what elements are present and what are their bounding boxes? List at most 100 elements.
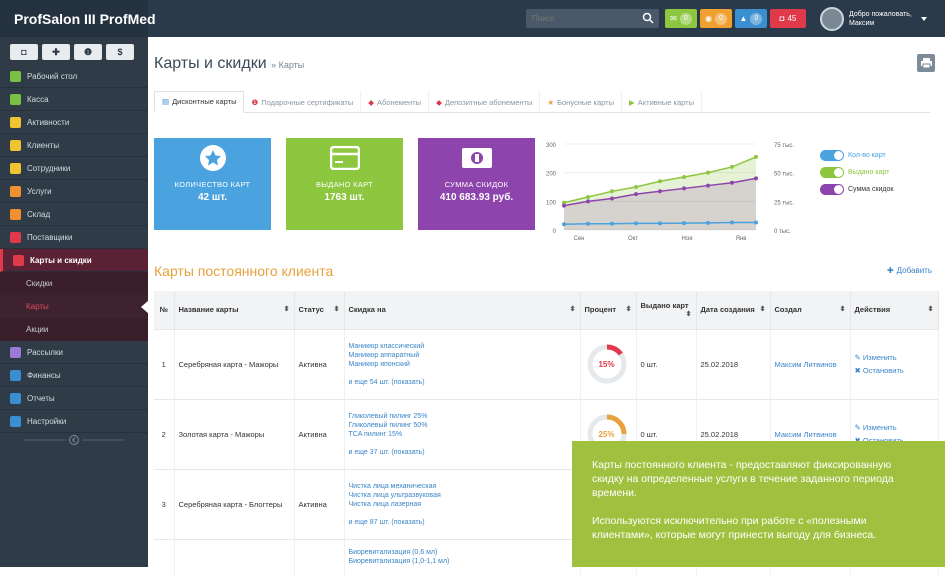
column-header-label: № <box>159 305 168 315</box>
column-header[interactable]: Название карты ⬍ <box>174 291 295 329</box>
service-link[interactable]: Гликолевый пилинг 50% <box>349 421 576 430</box>
discount-services: Маникюр классический Маникюр аппаратный Ма… <box>344 328 581 399</box>
service-link[interactable]: Маникюр аппаратный <box>349 351 576 360</box>
quick-action-1[interactable]: ◘ <box>10 44 38 60</box>
column-header[interactable]: Скидка на ⬍ <box>344 291 581 329</box>
stop-action[interactable]: ✖ Остановить <box>855 364 934 377</box>
sidebar-item[interactable]: Активности <box>0 111 148 134</box>
legend-toggle[interactable] <box>820 167 844 178</box>
search-icon[interactable] <box>642 12 655 25</box>
stat-label: Сумма скидок <box>444 180 509 189</box>
service-link[interactable]: Чистка лица лазерная <box>349 500 576 509</box>
sidebar-item[interactable]: Рассылки <box>0 341 148 364</box>
edit-action[interactable]: ✎ Изменить <box>855 351 934 364</box>
sidebar-item[interactable]: Отчеты <box>0 387 148 410</box>
add-button[interactable]: ✚ Добавить <box>887 266 932 275</box>
print-button[interactable] <box>917 54 935 72</box>
messages-button[interactable]: ✉ 0 <box>665 9 697 28</box>
money-icon <box>461 148 492 168</box>
sidebar-item[interactable]: Финансы <box>0 364 148 387</box>
service-link[interactable]: Биоревитализация (1,0-1,1 мл) <box>349 557 576 566</box>
cards-chart: 300 75 тыс. 200 50 тыс. 100 25 тыс. 0 0 тыс. Сен… <box>546 143 794 242</box>
legend-item[interactable]: Сумма скидок <box>820 181 940 198</box>
column-header[interactable]: Создал ⬍ <box>770 291 851 329</box>
tab[interactable]: ◆ Депозитные абонементы <box>429 91 541 113</box>
tab[interactable]: ▶ Активные карты <box>622 91 702 113</box>
sidebar-item[interactable]: Касса <box>0 88 148 111</box>
legend-toggle[interactable] <box>820 150 844 161</box>
sidebar: ◘ ✚ ❶ $ Рабочий стол Касса Активности Клиен… <box>0 37 149 567</box>
breadcrumb[interactable]: » Карты <box>271 60 304 70</box>
sidebar-subitem[interactable]: Акции <box>0 318 148 341</box>
sidebar-item[interactable]: Клиенты <box>0 134 148 157</box>
quick-action-4[interactable]: $ <box>106 44 134 60</box>
sort-icon[interactable]: ⬍ <box>928 305 934 313</box>
tab[interactable]: ★ Бонусные карты <box>540 91 622 113</box>
data-point <box>586 221 590 226</box>
tab[interactable]: ❶ Подарочные сертификаты <box>244 91 362 113</box>
creator-link[interactable]: Максим Литвинов <box>770 328 851 399</box>
tab[interactable]: ▤ Дисконтные карты <box>154 91 245 113</box>
user-menu[interactable]: Добро пожаловать, Максим <box>820 4 940 33</box>
warnings-button[interactable]: ◉ 0 <box>700 9 732 28</box>
tab[interactable]: ◆ Абонементы <box>361 91 430 113</box>
column-header[interactable]: Действия ⬍ <box>850 291 939 329</box>
show-more-link[interactable]: и еще 37 шт. (показать) <box>349 448 576 457</box>
column-header[interactable]: № <box>154 291 175 329</box>
sidebar-item-label: Рассылки <box>27 347 63 357</box>
show-more-link[interactable]: и еще 87 шт. (показать) <box>349 518 576 527</box>
service-link[interactable]: Маникюр классический <box>349 342 576 351</box>
edit-label: Изменить <box>862 423 897 432</box>
service-link[interactable]: Гликолевый пилинг 25% <box>349 412 576 421</box>
legend-toggle[interactable] <box>820 184 844 195</box>
tab-icon: ▤ <box>162 97 170 106</box>
sort-icon[interactable]: ⬍ <box>686 310 692 318</box>
discount-services: Чистка лица механическая Чистка лица ульт… <box>344 468 581 539</box>
user-greeting: Добро пожаловать, <box>849 10 912 18</box>
sort-icon[interactable]: ⬍ <box>284 305 290 313</box>
sidebar-subitem[interactable]: Скидки <box>0 272 148 295</box>
sidebar-item[interactable]: Услуги <box>0 180 148 203</box>
sidebar-item[interactable]: Поставщики <box>0 226 148 249</box>
quick-action-2[interactable]: ✚ <box>42 44 70 60</box>
legend-item[interactable]: Кол-во карт <box>820 147 940 164</box>
show-more-link[interactable]: и еще 54 шт. (показать) <box>349 378 576 387</box>
search-input[interactable] <box>526 14 636 23</box>
sidebar-subitem[interactable]: Карты <box>0 295 149 318</box>
card-status: Активна <box>294 468 345 539</box>
envelope-icon: ✉ <box>670 14 677 23</box>
edit-action[interactable]: ✎ Изменить <box>855 421 934 434</box>
sidebar-item-label: Услуги <box>27 186 52 196</box>
sort-icon[interactable]: ⬍ <box>334 305 340 313</box>
logo[interactable]: ProfSalon III ProfMed <box>0 0 156 37</box>
column-header[interactable]: Статус ⬍ <box>294 291 345 329</box>
sidebar-item[interactable]: Рабочий стол <box>0 65 148 88</box>
column-header[interactable]: Дата создания ⬍ <box>696 291 771 329</box>
service-link[interactable]: Маникюр японский <box>349 360 576 369</box>
alerts-button[interactable]: ◘ 45 <box>770 9 806 28</box>
legend-item[interactable]: Выдано карт <box>820 164 940 181</box>
quick-action-3[interactable]: ❶ <box>74 44 102 60</box>
box-icon <box>10 208 21 220</box>
sort-icon[interactable]: ⬍ <box>570 305 576 313</box>
sort-icon[interactable]: ⬍ <box>626 305 632 313</box>
y-tick-left: 100 <box>546 200 557 206</box>
actions-cell: ✎ Изменить✖ Остановить <box>850 328 939 399</box>
sidebar-item[interactable]: Настройки <box>0 410 148 433</box>
service-link[interactable]: Чистка лица ультразвуковая <box>349 491 576 500</box>
edit-label: Изменить <box>862 353 897 362</box>
notifications-button[interactable]: ▲ 0 <box>735 9 767 28</box>
column-header[interactable]: Выдано карт ⬍ <box>636 291 697 329</box>
sidebar-item[interactable]: Карты и скидки <box>0 249 148 272</box>
service-link[interactable]: TCA пилинг 15% <box>349 430 576 439</box>
sort-icon[interactable]: ⬍ <box>760 305 766 313</box>
collapse-icon[interactable] <box>24 434 124 446</box>
sidebar-collapse[interactable] <box>0 433 148 447</box>
sidebar-item[interactable]: Сотрудники <box>0 157 148 180</box>
sidebar-item[interactable]: Склад <box>0 203 148 226</box>
service-link[interactable]: Биоревитализация (0,6 мл) <box>349 548 576 557</box>
search-box[interactable] <box>526 9 659 28</box>
column-header[interactable]: Процент ⬍ <box>580 291 637 329</box>
sort-icon[interactable]: ⬍ <box>840 305 846 313</box>
service-link[interactable]: Чистка лица механическая <box>349 482 576 491</box>
